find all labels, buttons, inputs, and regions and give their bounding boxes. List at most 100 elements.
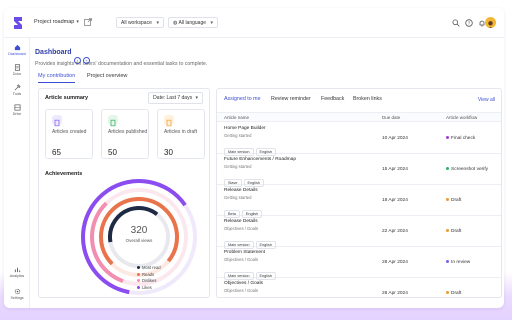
stat-label: Articles created (52, 129, 87, 135)
app-logo-icon[interactable] (12, 16, 24, 30)
due-date: 28 Apr 2024 (382, 291, 408, 296)
tab-project-overview[interactable]: Project overview (87, 73, 127, 82)
sidebar-item-label: Settings (10, 296, 24, 300)
article-created-icon (52, 115, 62, 127)
due-date: 22 Apr 2024 (382, 229, 408, 234)
tasks-card: Assigned to me Review reminder Feedback … (216, 88, 502, 298)
top-bar: Project roadmap ▾ All workspace ▾ ◍ All l… (4, 8, 504, 38)
project-name: Project roadmap (34, 19, 75, 25)
legend-label: Dislikes (142, 278, 157, 283)
chevron-down-icon: ▾ (210, 20, 213, 26)
tab-assigned-to-me[interactable]: Assigned to me (224, 96, 261, 102)
view-all-link[interactable]: View all (478, 97, 495, 103)
article-name[interactable]: Release Details (224, 188, 258, 193)
external-link-icon[interactable] (84, 18, 92, 26)
status-label: In review (451, 260, 471, 265)
table-row[interactable]: Objectives / Goals Objectives / Goals Main… (217, 278, 501, 297)
table-row[interactable]: Problem Statement Objectives / Goals Main … (217, 247, 501, 280)
column-header-article-name[interactable]: Article name (224, 115, 249, 120)
chart-legend: Most read Reads Dislikes Likes (137, 265, 161, 291)
settings-icon (14, 288, 20, 295)
stat-card-created[interactable]: Articles created 65 (45, 109, 93, 159)
table-row[interactable]: Release Details Objectives / Goals Main ve… (217, 216, 501, 249)
article-name[interactable]: Release Details (224, 219, 258, 224)
sidebar-item-drive[interactable]: Drive (4, 104, 30, 116)
status-dot (446, 136, 449, 140)
overall-views-value: 320 (130, 225, 148, 236)
legend-label: Most read (142, 265, 161, 270)
table-row[interactable]: Future Enhancements / Roadmap Getting sta… (217, 154, 501, 187)
date-filter-select[interactable]: Date: Last 7 days ▾ (148, 92, 203, 104)
chevron-down-icon: ▾ (195, 95, 198, 101)
article-category: Getting started (224, 195, 252, 200)
article-name[interactable]: Objectives / Goals (224, 281, 263, 286)
sidebar-item-settings[interactable]: Settings (4, 288, 30, 300)
legend-dot (137, 266, 140, 270)
status-dot (446, 260, 449, 264)
status-label: Draft (451, 229, 462, 234)
legend-item-likes: Likes (137, 285, 161, 292)
tools-icon (14, 84, 21, 91)
workflow-status: Final check (446, 136, 475, 141)
article-category: Getting started (224, 164, 252, 169)
workflow-status: In review (446, 260, 470, 265)
chevron-down-icon: ▾ (76, 19, 79, 25)
status-label: Draft (451, 291, 462, 296)
due-date: 18 Apr 2024 (382, 198, 408, 203)
overall-views-label: Overall views (125, 238, 153, 243)
status-label: Draft (451, 198, 462, 203)
stat-value: 65 (52, 148, 61, 157)
tab-feedback[interactable]: Feedback (321, 96, 344, 102)
table-row[interactable]: Home Page Builder Getting started Main ver… (217, 123, 501, 156)
sidebar: Dashboard Docs Tools Drive Analytics Set… (4, 38, 30, 308)
user-avatar[interactable] (485, 17, 496, 28)
page-title: Dashboard (35, 49, 72, 56)
article-draft-icon (164, 115, 174, 127)
search-icon[interactable] (452, 19, 460, 27)
language-select[interactable]: ◍ All language ▾ (168, 17, 218, 28)
sidebar-item-label: Drive (12, 112, 22, 116)
stat-card-draft[interactable]: Articles in draft 30 (157, 109, 205, 159)
workflow-status: Draft (446, 198, 461, 203)
article-category: Objectives / Goals (224, 288, 258, 293)
globe-icon: ◍ (173, 20, 178, 26)
workflow-status: Draft (446, 229, 461, 234)
column-header-due-date[interactable]: Due date (382, 115, 400, 120)
article-name[interactable]: Future Enhancements / Roadmap (224, 157, 296, 162)
legend-label: Likes (142, 284, 152, 290)
main-content: Dashboard i + Provides insights on users'… (34, 38, 504, 308)
dashboard-icon (14, 44, 20, 51)
sidebar-item-dashboard[interactable]: Dashboard (4, 44, 30, 56)
sidebar-item-label: Dashboard (8, 52, 26, 56)
sidebar-item-analytics[interactable]: Analytics (4, 266, 30, 278)
article-category: Getting started (224, 133, 252, 138)
tab-review-reminder[interactable]: Review reminder (271, 96, 311, 102)
legend-label: Reads (142, 271, 155, 277)
stat-card-published[interactable]: Articles published 50 (101, 109, 149, 159)
sidebar-item-label: Analytics (9, 274, 25, 278)
column-header-workflow[interactable]: Article workflow (446, 115, 477, 120)
sidebar-item-docs[interactable]: Docs (4, 64, 30, 76)
tab-broken-links[interactable]: Broken links (353, 96, 382, 102)
stat-value: 30 (164, 148, 173, 157)
sidebar-item-tools[interactable]: Tools (4, 84, 30, 96)
legend-dot (137, 279, 140, 283)
due-date: 10 Apr 2024 (382, 136, 408, 141)
table-row[interactable]: Release Details Getting started Beta Englis… (217, 185, 501, 218)
chevron-down-icon: ▾ (156, 20, 159, 26)
status-dot (446, 291, 449, 295)
help-icon[interactable]: ? (465, 19, 473, 27)
status-dot (446, 167, 449, 171)
article-name[interactable]: Problem Statement (224, 250, 265, 255)
page-subtitle: Provides insights on users' documentatio… (35, 61, 208, 67)
tab-my-contribution[interactable]: My contribution (38, 73, 76, 83)
project-selector[interactable]: Project roadmap ▾ (34, 19, 79, 25)
most-read-arc (108, 206, 170, 268)
sidebar-item-label: Tools (12, 92, 22, 96)
workflow-status: Screenshot verify (446, 167, 488, 172)
workspace-select[interactable]: All workspace ▾ (116, 17, 164, 28)
table-header: Article name Due date Article workflow (217, 112, 501, 122)
article-name[interactable]: Home Page Builder (224, 126, 266, 131)
stat-label: Articles in draft (164, 129, 198, 135)
article-category: Objectives / Goals (224, 257, 258, 262)
